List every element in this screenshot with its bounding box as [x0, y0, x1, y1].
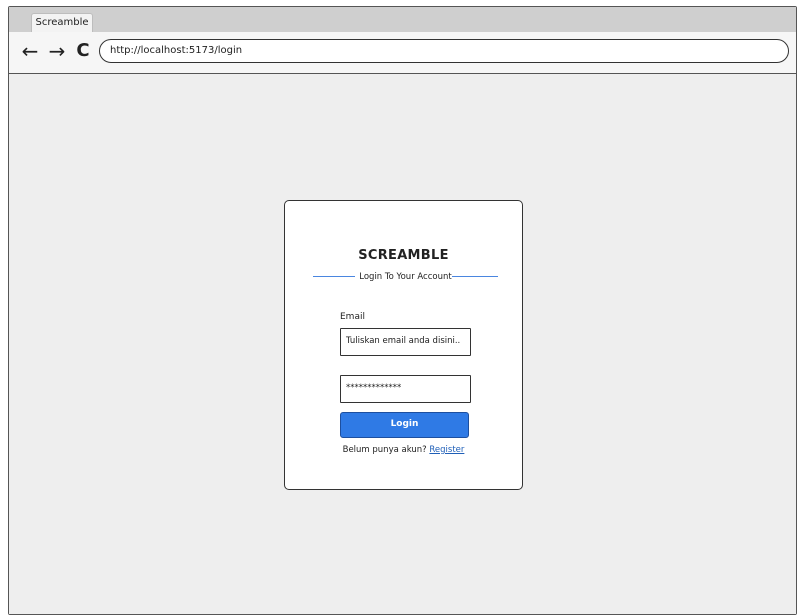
register-link[interactable]: Register: [429, 445, 464, 455]
subtitle-divider: Login To Your Account: [313, 269, 498, 285]
brand-title: SCREAMBLE: [358, 248, 449, 263]
forward-arrow-icon[interactable]: →: [46, 38, 68, 64]
login-subtitle: Login To Your Account: [359, 272, 452, 282]
back-arrow-icon[interactable]: ←: [19, 38, 41, 64]
address-bar[interactable]: http://localhost:5173/login: [99, 39, 789, 63]
password-field[interactable]: *************: [340, 375, 471, 403]
email-field[interactable]: Tuliskan email anda disini..: [340, 328, 471, 356]
email-label: Email: [340, 312, 365, 322]
login-card: SCREAMBLE Login To Your Account Email Tu…: [284, 200, 523, 490]
reload-icon[interactable]: C: [72, 38, 94, 64]
page-content: SCREAMBLE Login To Your Account Email Tu…: [9, 74, 796, 614]
register-row: Belum punya akun? Register: [285, 445, 522, 455]
browser-toolbar: ← → C http://localhost:5173/login: [9, 32, 796, 74]
divider-line-right: [452, 276, 498, 277]
browser-window: Screamble ← → C http://localhost:5173/lo…: [8, 6, 797, 615]
tab-strip: Screamble: [9, 7, 796, 33]
browser-tab[interactable]: Screamble: [31, 13, 93, 33]
login-button[interactable]: Login: [340, 412, 469, 438]
register-prompt: Belum punya akun?: [342, 445, 427, 455]
